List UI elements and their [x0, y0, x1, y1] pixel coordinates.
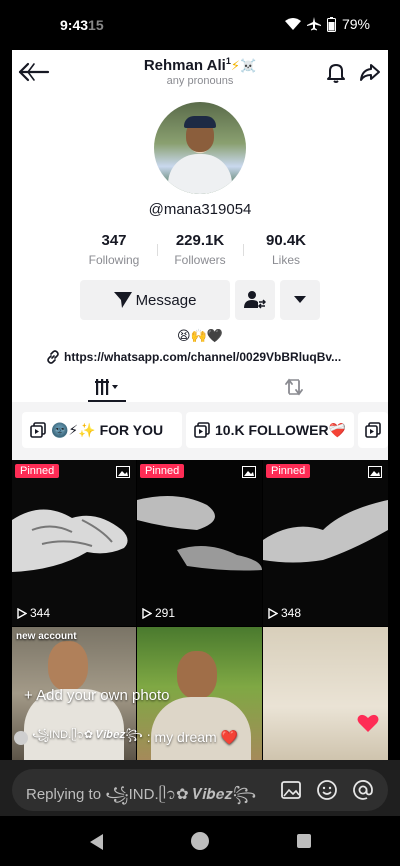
add-photo-overlay[interactable]: + Add your own photo [24, 687, 170, 704]
pinned-badge: Pinned [140, 464, 185, 478]
stat-label: Likes [271, 253, 300, 267]
playlist-icon [365, 422, 381, 438]
commenter-name: ꧁IND.ᥫ᭡✿ 𝑽𝒊𝒃𝒆𝒛꧂ [32, 729, 143, 741]
caret-down-icon [294, 296, 306, 303]
hands-artwork [137, 496, 262, 571]
avatar[interactable] [154, 102, 246, 194]
status-bar: 9:4315 79% [0, 0, 400, 50]
username: @mana319054 [148, 201, 252, 218]
new-account-label: new account [16, 631, 77, 642]
view-count: 344 [17, 606, 50, 620]
message-button[interactable]: Message [80, 280, 230, 320]
profile-tabs [12, 372, 388, 402]
play-icon [268, 607, 278, 619]
photo-icon [242, 466, 256, 478]
video-grid: Pinned 344 Pinned 291 Pinned 348 new acc… [12, 460, 388, 760]
playlist-chip[interactable]: 🌚⚡✨ FOR YOU [22, 412, 182, 448]
bio-link[interactable]: https://whatsapp.com/channel/0029VbBRluq… [46, 350, 341, 364]
playlist-chip[interactable]: 10.K FOLLOWER❤️‍🩹 [186, 412, 354, 448]
reply-input[interactable]: Replying to ꧁IND.ᥫ᭡✿ 𝑽𝒊𝒃𝒆𝒛꧂ [12, 769, 388, 811]
playlist-label: 10.K FOLLOWER❤️‍🩹 [215, 421, 346, 438]
battery-icon [326, 16, 336, 32]
stat-divider [242, 244, 244, 256]
playlists-strip: 🌚⚡✨ FOR YOU 10.K FOLLOWER❤️‍🩹 [12, 402, 388, 460]
stat-value: 347 [101, 232, 127, 249]
stat-following[interactable]: 347 Following [74, 232, 154, 267]
grid-bars-icon [95, 379, 118, 395]
play-icon [142, 607, 152, 619]
send-icon [113, 292, 132, 308]
playlist-chip-partial[interactable] [358, 412, 388, 448]
profile-stats: 347 Following 229.1K Followers 90.4K Lik… [74, 232, 326, 267]
playlist-icon [194, 422, 210, 438]
stat-likes[interactable]: 90.4K Likes [246, 232, 326, 267]
stat-divider [156, 244, 158, 256]
image-icon[interactable] [280, 779, 302, 801]
commenter-avatar [14, 730, 28, 745]
friends-button[interactable] [235, 280, 275, 320]
photo-icon [116, 466, 130, 478]
stat-label: Followers [174, 253, 226, 267]
view-count: 291 [142, 606, 175, 620]
pinned-badge: Pinned [15, 464, 60, 478]
repost-icon [285, 378, 303, 396]
profile-header: Rehman Ali1⚡☠️ any pronouns [12, 50, 388, 94]
profile-actions: Message [80, 280, 320, 320]
status-icons: 79% [284, 16, 370, 32]
link-icon [47, 350, 59, 364]
more-dropdown-button[interactable] [280, 280, 320, 320]
status-time: 9:4315 [60, 17, 104, 33]
video-tile[interactable]: Pinned 344 [12, 460, 136, 626]
mention-icon[interactable] [352, 779, 374, 801]
playlist-icon [30, 422, 46, 438]
profile-panel: Rehman Ali1⚡☠️ any pronouns @mana319054 … [12, 50, 388, 460]
heart-icon [357, 714, 379, 732]
photo-icon [368, 466, 382, 478]
video-tile[interactable]: Pinned 291 [137, 460, 262, 626]
reply-bar: Replying to ꧁IND.ᥫ᭡✿ 𝑽𝒊𝒃𝒆𝒛꧂ [0, 760, 400, 816]
stat-value: 90.4K [265, 232, 307, 249]
hands-artwork [263, 500, 388, 563]
airplane-icon [306, 17, 321, 31]
stat-label: Following [88, 253, 140, 267]
stat-value: 229.1K [175, 232, 225, 249]
user-swap-icon [244, 291, 266, 309]
system-nav-bar [0, 816, 400, 866]
playlist-label: 🌚⚡✨ FOR YOU [51, 421, 164, 438]
comment-text: : my dream ❤️ [146, 729, 239, 745]
video-tile[interactable]: Pinned 348 [263, 460, 388, 626]
hands-artwork [12, 509, 128, 572]
nav-recents-icon[interactable] [297, 834, 311, 848]
tab-reposts[interactable] [282, 374, 306, 400]
video-tile[interactable] [263, 627, 388, 760]
pinned-badge: Pinned [266, 464, 311, 478]
bio-link-text: https://whatsapp.com/channel/0029VbBRluq… [64, 350, 342, 364]
emoji-icon[interactable] [316, 779, 338, 801]
share-arrow-icon[interactable] [358, 60, 382, 84]
bio-emoji: 😫🙌🖤 [177, 328, 223, 343]
message-button-label: Message [135, 291, 197, 309]
view-count: 348 [268, 606, 301, 620]
battery-percent: 79% [341, 16, 370, 32]
bell-icon[interactable] [324, 60, 348, 84]
reply-placeholder: Replying to ꧁IND.ᥫ᭡✿ 𝑽𝒊𝒃𝒆𝒛꧂ [26, 786, 257, 803]
stat-followers[interactable]: 229.1K Followers [160, 232, 240, 267]
nav-back-icon[interactable] [90, 834, 104, 850]
wifi-icon [284, 18, 301, 30]
comment-overlay: ꧁IND.ᥫ᭡✿ 𝑽𝒊𝒃𝒆𝒛꧂ : my dream ❤️ [14, 726, 238, 749]
tab-videos[interactable] [88, 374, 128, 400]
play-icon [17, 607, 27, 619]
nav-home-icon[interactable] [191, 832, 209, 850]
